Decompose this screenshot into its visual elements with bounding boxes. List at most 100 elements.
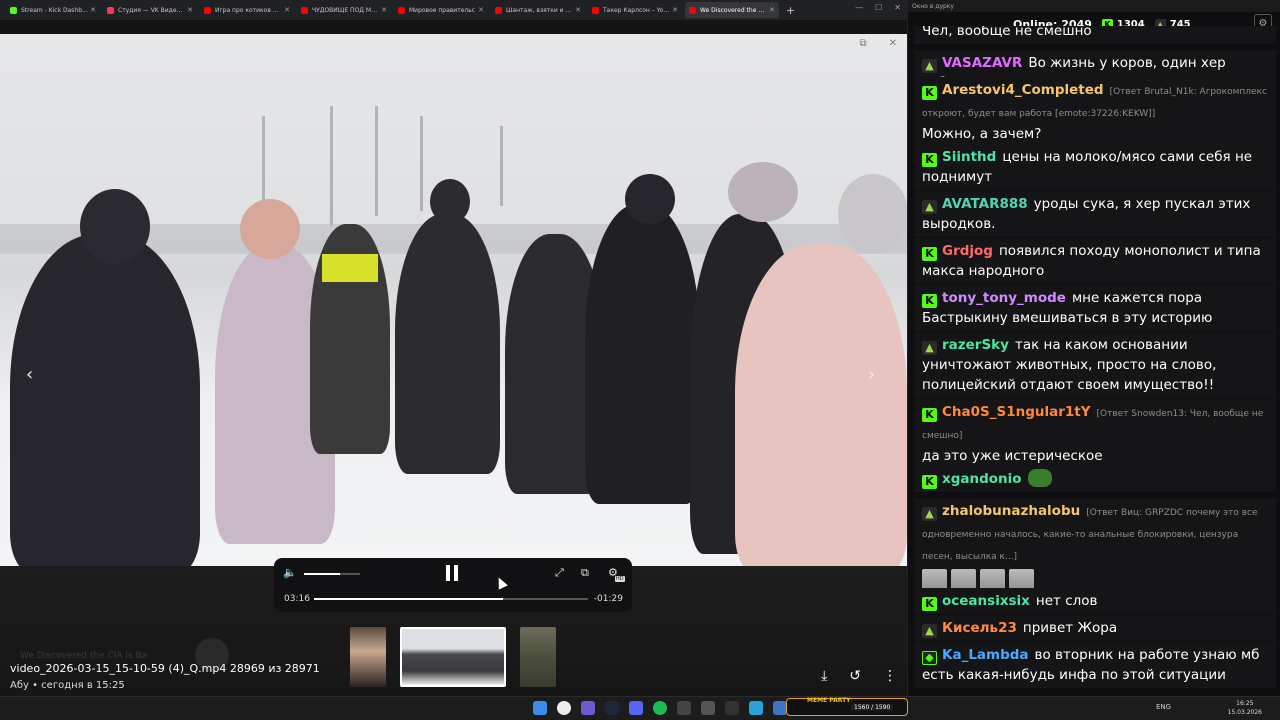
browser-tab[interactable]: ЧУДОВИЩЕ ПОД МАЙ ✕ [297, 2, 391, 18]
chat-username[interactable]: zhalobunazhalobu [942, 503, 1080, 519]
tab-list: Stream - Kick Dashboard ✕ Студия — VK Виде… [6, 2, 782, 18]
tab-favicon-icon [398, 6, 405, 14]
chat-username[interactable]: VASAZAVR [942, 55, 1022, 71]
hd-badge: HD [615, 576, 625, 582]
new-tab-button[interactable]: + [786, 4, 795, 17]
meme-party-widget[interactable]: MEME PARTY 1560 / 1590 [786, 697, 908, 716]
tree-shape [500, 126, 503, 206]
thumbnail-prev[interactable] [350, 627, 386, 687]
clock-date: 15.03.2026 [1227, 709, 1262, 716]
maximize-icon[interactable]: ☐ [875, 3, 882, 12]
tab-close-icon[interactable]: ✕ [672, 6, 678, 14]
tab-close-icon[interactable]: ✕ [90, 6, 96, 14]
volume-level [304, 573, 341, 575]
person-head [240, 199, 300, 259]
thumbnail-next[interactable] [520, 627, 556, 687]
app-icon[interactable] [773, 701, 787, 715]
chat-message: K Arestovi4_Completed [Ответ Brutal_N1k: А… [914, 77, 1276, 147]
chat-message: Чел, вообще не смешно [914, 26, 1276, 44]
minimize-icon[interactable]: — [855, 3, 863, 12]
pause-button[interactable] [444, 565, 462, 581]
person-figure [395, 214, 500, 474]
volume-slider[interactable] [304, 573, 360, 575]
tab-label: Шантаж, взятки и стра [506, 6, 574, 14]
tab-close-icon[interactable]: ✕ [575, 6, 581, 14]
chat-message: ▲ zhalobunazhalobu [Ответ Виц: GRPZDC поче… [914, 498, 1276, 598]
chat-message: Koceansixsix нет слов [914, 588, 1276, 614]
meme-party-label: MEME PARTY [807, 697, 851, 704]
chat-username[interactable]: AVATAR888 [942, 196, 1028, 212]
close-icon[interactable]: ✕ [894, 3, 901, 12]
media-viewer: ⧉ ✕ ‹ › We Discovered the CIA is Ba 🔈 ⤢ … [0, 20, 907, 720]
next-arrow-icon[interactable]: › [868, 364, 875, 385]
chat-username[interactable]: Arestovi4_Completed [942, 82, 1104, 98]
chat-username[interactable]: xgandonio [942, 471, 1022, 487]
kick-badge-icon: K [922, 597, 937, 611]
rotate-icon[interactable]: ↺ [849, 668, 861, 684]
video-frame[interactable]: ⧉ ✕ ‹ › [0, 34, 907, 566]
browser-tab[interactable]: Stream - Kick Dashboard ✕ [6, 2, 100, 18]
tab-close-icon[interactable]: ✕ [187, 6, 193, 14]
clock-time: 16:25 [1236, 700, 1254, 707]
fullscreen-icon[interactable]: ⤢ [555, 566, 564, 580]
browser-tab[interactable]: We Discovered the CIA ✕ [685, 2, 779, 18]
browser-tab[interactable]: Мировое правительс ✕ [394, 2, 488, 18]
steam-icon[interactable] [605, 701, 619, 715]
chrome-icon[interactable] [557, 701, 571, 715]
chat-message-text: Можно, а зачем? [922, 126, 1042, 142]
app-icon[interactable] [677, 701, 691, 715]
app-icon[interactable] [581, 701, 595, 715]
spotify-icon[interactable] [653, 701, 667, 715]
file-name: video_2026-03-15_15-10-59 (4)_Q.mp4 2896… [10, 662, 320, 675]
viewer-actions: ⤓ ↺ ⋮ [821, 668, 897, 684]
browser-tab[interactable]: Студия — VK Видео (ЦЕ✕ [103, 2, 197, 18]
chat-message-text: Чел, вообще не смешно [922, 26, 1092, 39]
kick-badge-icon: K [922, 408, 937, 422]
tab-close-icon[interactable]: ✕ [284, 6, 290, 14]
tab-close-icon[interactable]: ✕ [478, 6, 484, 14]
windows-start-icon[interactable] [533, 701, 547, 715]
chat-username[interactable]: Siinthd [942, 149, 996, 165]
thumbnail-current[interactable] [400, 627, 506, 687]
chat-username[interactable]: oceansixsix [942, 593, 1030, 609]
prev-arrow-icon[interactable]: ‹ [26, 364, 33, 385]
remaining-time: -01:29 [593, 594, 623, 604]
download-icon[interactable]: ⤓ [821, 668, 827, 684]
app-icon[interactable] [701, 701, 715, 715]
browser-tab[interactable]: Игра про котиков ног ✕ [200, 2, 294, 18]
chat-username[interactable]: tony_tony_mode [942, 290, 1066, 306]
current-time: 03:16 [284, 594, 310, 604]
language-indicator[interactable]: ENG [1156, 703, 1171, 711]
tree-shape [330, 106, 333, 226]
browser-tab[interactable]: Такер Карлсон – YouT ✕ [588, 2, 682, 18]
pip-icon[interactable]: ⧉ [581, 566, 589, 580]
tab-label: Такер Карлсон – YouT [603, 6, 671, 14]
kick-badge-icon: K [922, 294, 937, 308]
clock[interactable]: 16:25 15.03.2026 [1228, 699, 1262, 717]
volume-icon[interactable]: 🔈 [283, 566, 297, 579]
chat-message: K Siinthd цены на молоко/мясо сами себя не… [914, 144, 1276, 190]
taskbar-apps [533, 701, 787, 715]
discord-icon[interactable] [629, 701, 643, 715]
tab-close-icon[interactable]: ✕ [769, 6, 775, 14]
chat-username[interactable]: razerSky [942, 337, 1009, 353]
kick-badge-icon: K [922, 475, 937, 489]
browser-tab[interactable]: Шантаж, взятки и стра ✕ [491, 2, 585, 18]
tab-favicon-icon [10, 6, 17, 14]
close-viewer-icon[interactable]: ✕ [889, 38, 897, 49]
chat-username[interactable]: Кисель23 [942, 620, 1017, 636]
telegram-icon[interactable] [749, 701, 763, 715]
chat-username[interactable]: Ka_Lambda [942, 647, 1029, 663]
pepe-emote-icon [1027, 469, 1052, 487]
popout-icon[interactable]: ⧉ [859, 38, 866, 49]
more-options-icon[interactable]: ⋮ [883, 668, 897, 684]
chat-message-text: да это уже истерическое [922, 448, 1103, 464]
chat-username[interactable]: Grdjog [942, 243, 993, 259]
chat-panel: Окно в дурку Online: 2049 K 1304 ▲ 745 ⚙ Ч… [907, 0, 1280, 720]
chat-username[interactable]: Cha0S_S1ngular1tY [942, 404, 1091, 420]
obs-icon[interactable] [725, 701, 739, 715]
seek-bar[interactable] [314, 598, 588, 600]
person-head [430, 179, 470, 224]
tab-close-icon[interactable]: ✕ [381, 6, 387, 14]
tree-shape [262, 116, 265, 206]
